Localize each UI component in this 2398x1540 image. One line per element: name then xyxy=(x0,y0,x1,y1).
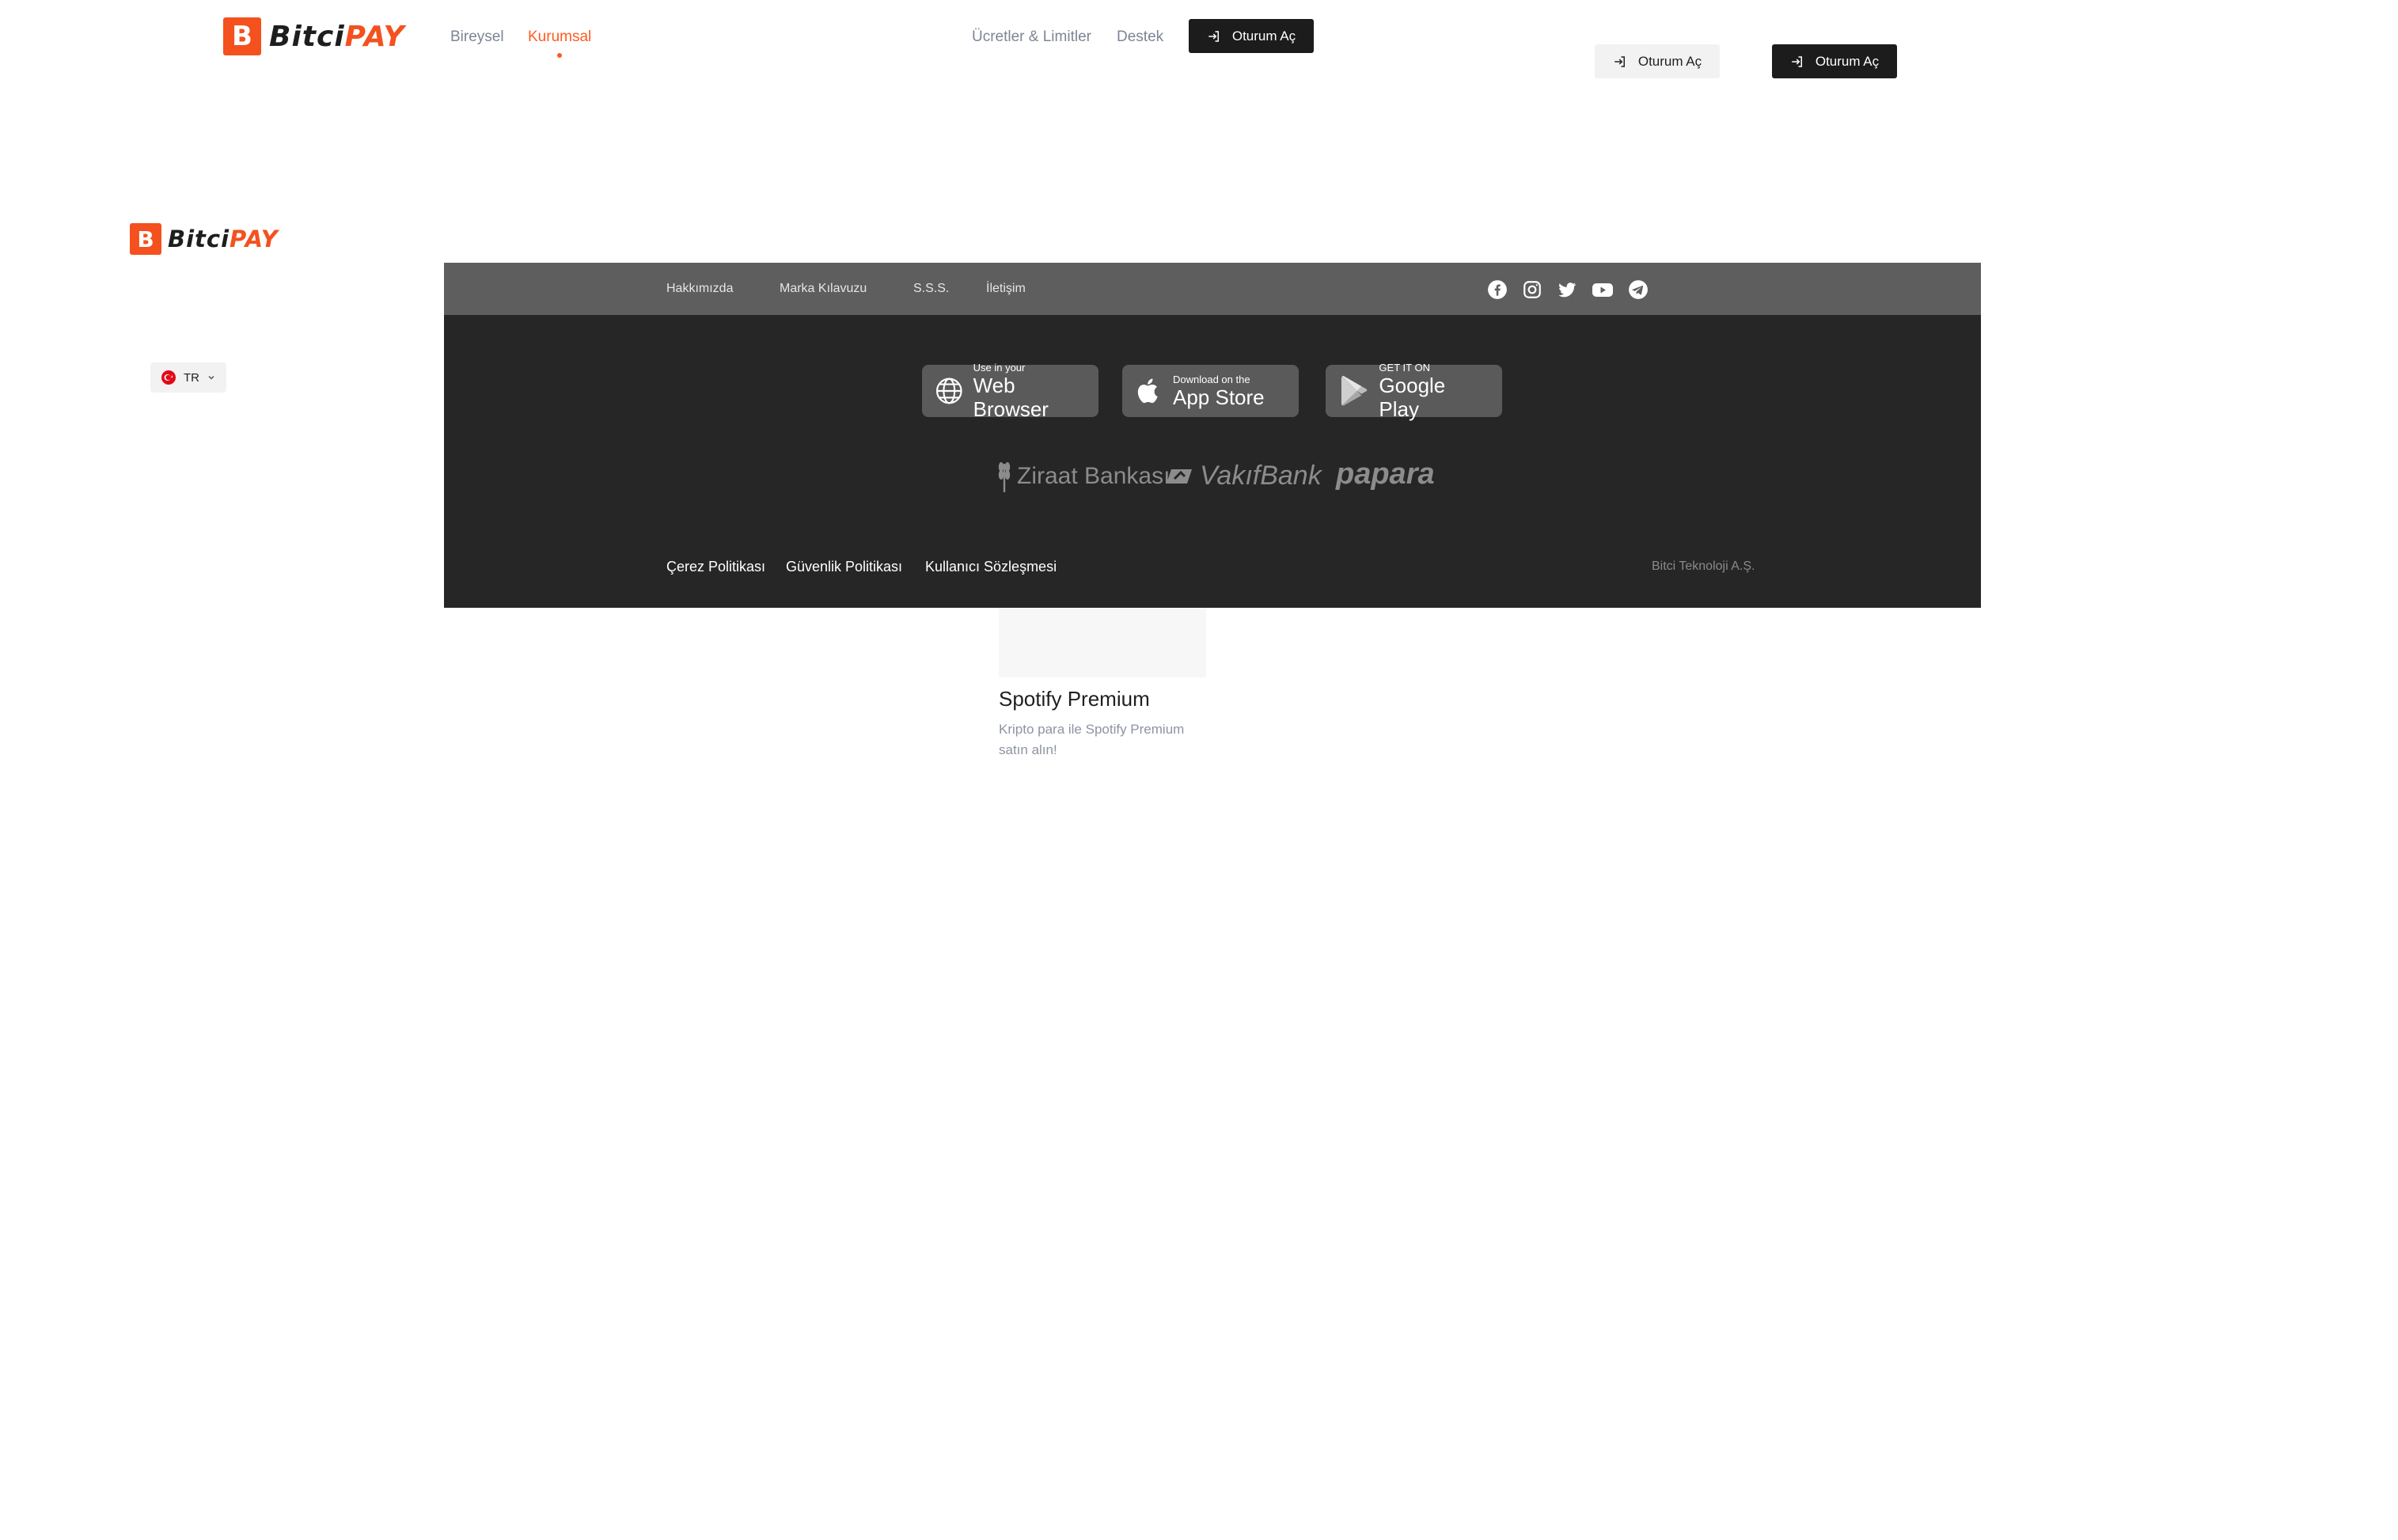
telegram-icon[interactable] xyxy=(1628,279,1649,300)
store-button-web[interactable]: Use in your Web Browser xyxy=(922,361,1098,421)
social-links xyxy=(1487,279,1649,300)
card-title[interactable]: Spotify Premium xyxy=(999,687,1150,711)
wheat-icon xyxy=(998,462,1011,492)
footer-link-brand-guide[interactable]: Marka Kılavuzu xyxy=(780,282,867,296)
store-button-app-store[interactable]: Download on the App Store xyxy=(1122,365,1299,417)
footer-link-about[interactable]: Hakkımızda xyxy=(666,282,733,296)
youtube-icon[interactable] xyxy=(1592,279,1614,300)
store-web-big: Web Browser xyxy=(973,373,1049,421)
logo-b-icon: B xyxy=(130,223,161,255)
logo-text-primary: Bitci xyxy=(269,20,345,53)
login-button-label: Oturum Aç xyxy=(1637,53,1702,69)
store-apple-small: Download on the xyxy=(1173,373,1250,385)
footer-link-faq[interactable]: S.S.S. xyxy=(913,282,949,296)
legal-link-security[interactable]: Güvenlik Politikası xyxy=(786,559,902,575)
sidebar-logo[interactable]: B BitciPAY xyxy=(130,223,279,255)
nav-kurumsal[interactable]: Kurumsal xyxy=(528,28,591,46)
login-button[interactable]: Oturum Aç xyxy=(1189,19,1314,53)
login-button-label: Oturum Aç xyxy=(1231,28,1296,44)
header-logo[interactable]: B BitciPAY xyxy=(223,17,405,55)
store-button-google-play[interactable]: GET IT ON Google Play xyxy=(1326,361,1502,421)
store-google-small: GET IT ON xyxy=(1379,361,1430,374)
logo-text-accent: PAY xyxy=(344,20,405,53)
logo-b-icon: B xyxy=(223,17,261,55)
nav-fees-limits[interactable]: Ücretler & Limitler xyxy=(972,28,1091,46)
login-icon xyxy=(1792,55,1802,67)
chevron-down-icon xyxy=(208,375,214,380)
facebook-icon[interactable] xyxy=(1487,279,1508,300)
logo-text-primary: Bitci xyxy=(168,226,230,252)
bank-ziraat-name: Ziraat Bankası xyxy=(1017,463,1171,489)
google-play-icon xyxy=(1341,376,1368,406)
turkey-flag-icon xyxy=(161,370,176,385)
nav-active-indicator xyxy=(557,53,562,58)
login-icon xyxy=(1208,30,1219,42)
card-image-placeholder[interactable] xyxy=(999,608,1206,677)
store-google-big: Google Play xyxy=(1379,373,1446,421)
globe-icon xyxy=(935,377,962,404)
logo-text-accent: PAY xyxy=(230,226,279,252)
login-button-label: Oturum Aç xyxy=(1815,53,1880,69)
bank-papara: papara xyxy=(1336,457,1435,491)
language-selector[interactable]: TR xyxy=(150,362,226,393)
legal-link-cookie[interactable]: Çerez Politikası xyxy=(666,559,765,575)
login-icon xyxy=(1614,55,1625,67)
card-description: Kripto para ile Spotify Premium satın al… xyxy=(999,722,1185,757)
nav-bireysel[interactable]: Bireysel xyxy=(450,28,504,46)
vakifbank-mark-icon xyxy=(1167,468,1192,484)
login-button-secondary-dark[interactable]: Oturum Aç xyxy=(1772,44,1897,78)
apple-icon xyxy=(1137,378,1158,404)
store-web-small: Use in your xyxy=(973,361,1026,374)
bank-ziraat: Ziraat Bankası xyxy=(996,461,1170,492)
bank-papara-name: papara xyxy=(1336,457,1435,491)
nav-support[interactable]: Destek xyxy=(1117,28,1163,46)
bank-vakifbank-name: VakıfBank xyxy=(1200,461,1322,491)
instagram-icon[interactable] xyxy=(1522,279,1542,300)
legal-link-user-agreement[interactable]: Kullanıcı Sözleşmesi xyxy=(925,559,1057,575)
login-button-secondary-light[interactable]: Oturum Aç xyxy=(1595,44,1720,78)
twitter-icon[interactable] xyxy=(1557,279,1577,300)
footer-link-contact[interactable]: İletişim xyxy=(986,282,1026,296)
bank-vakifbank: VakıfBank xyxy=(1167,461,1322,491)
store-apple-big: App Store xyxy=(1173,385,1265,409)
language-code: TR xyxy=(184,370,199,385)
copyright: Bitci Teknoloji A.Ş. xyxy=(1652,559,1755,573)
